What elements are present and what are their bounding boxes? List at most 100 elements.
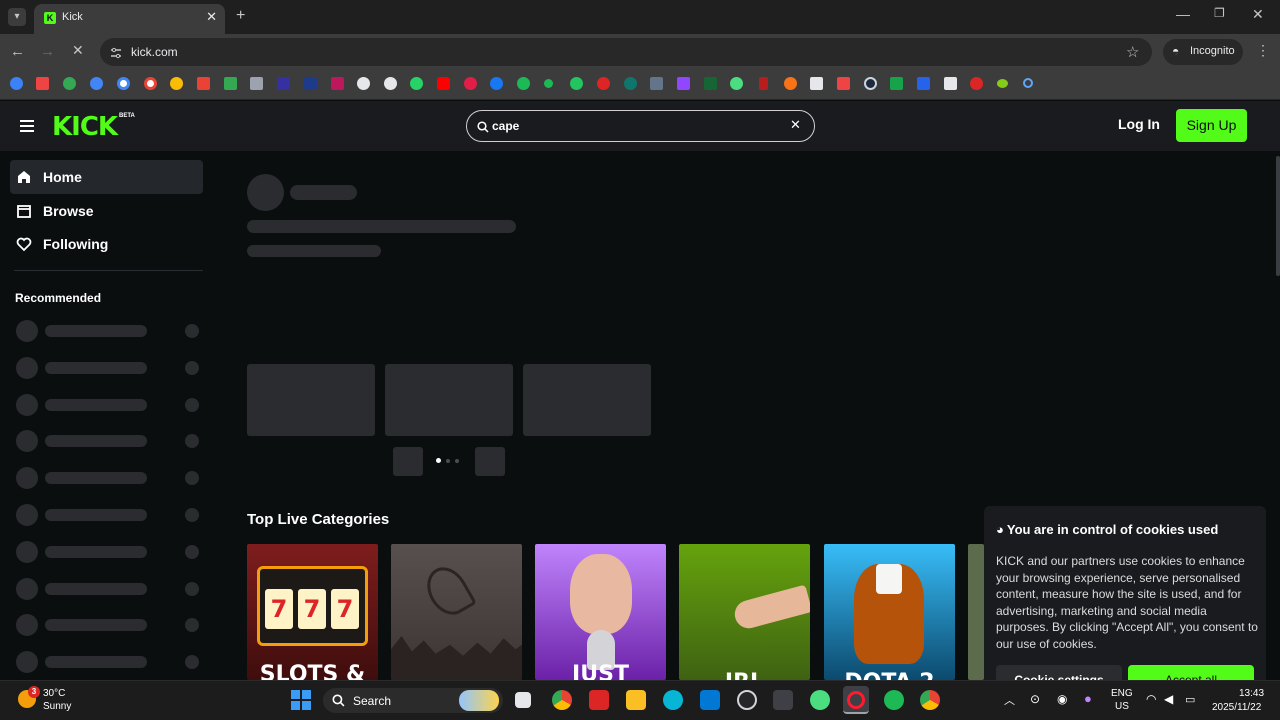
carousel-dot[interactable] [446,459,450,463]
sidebar-item-following[interactable]: Following [10,227,203,261]
bookmark-icon[interactable] [917,77,930,90]
bookmark-icon[interactable] [331,77,344,90]
bookmark-icon[interactable] [650,77,663,90]
site-info-icon[interactable] [110,46,122,59]
bookmark-icon[interactable] [90,77,103,90]
canva-taskbar-icon[interactable] [663,690,683,710]
clock-time[interactable]: 13:43 [1239,688,1264,699]
category-card-irl[interactable]: IRL [679,544,810,680]
bookmark-icon[interactable] [730,77,743,90]
carousel-dot[interactable] [455,459,459,463]
drive-bookmark-icon[interactable] [224,77,237,90]
wifi-tray-icon[interactable]: ◠ [1146,692,1156,706]
outlook-taskbar-icon[interactable] [700,690,720,710]
window-minimize-icon[interactable]: — [1176,6,1190,22]
google-bookmark-icon[interactable] [117,77,130,90]
chrome-taskbar-icon[interactable] [552,690,572,710]
twitch-bookmark-icon[interactable] [677,77,690,90]
category-card-science[interactable] [391,544,522,680]
bookmark-icon[interactable] [544,79,553,88]
bookmark-icon[interactable] [970,77,983,90]
bookmark-icon[interactable] [624,77,637,90]
category-card-dota-2[interactable]: DOTA 2 [824,544,955,680]
bookmark-icon[interactable] [997,79,1008,88]
bookmark-star-icon[interactable]: ☆ [1126,43,1139,61]
window-restore-icon[interactable]: ❐ [1214,6,1225,20]
weather-widget[interactable]: 3 30°C Sunny [16,686,106,716]
accept-all-cookies-button[interactable]: Accept all [1128,665,1254,680]
category-card-just-chatting[interactable]: JUST [535,544,666,680]
tray-app-icon[interactable]: ⊙ [1030,692,1040,706]
kick-bookmark-icon[interactable] [704,77,717,90]
stop-loading-icon[interactable]: ✕ [72,42,84,59]
acrobat-taskbar-icon[interactable] [589,690,609,710]
input-language-bottom[interactable]: US [1115,701,1129,712]
bookmark-icon[interactable] [170,77,183,90]
clear-search-icon[interactable]: ✕ [790,117,801,133]
category-card-partial[interactable] [968,544,984,680]
threads-bookmark-icon[interactable] [384,77,397,90]
address-bar[interactable]: kick.com ☆ [100,38,1152,66]
bookmark-icon[interactable] [464,77,477,90]
youtube-bookmark-icon[interactable] [437,77,450,90]
bookmark-icon[interactable] [837,77,850,90]
cookie-settings-button[interactable]: Cookie settings [996,665,1122,680]
volume-tray-icon[interactable]: ◀ [1164,692,1173,706]
bookmark-icon[interactable] [759,77,768,90]
tray-app-icon[interactable]: ◉ [1057,692,1067,706]
obs-taskbar-icon[interactable] [737,690,757,710]
gmail-bookmark-icon[interactable] [197,77,210,90]
bookmark-icon[interactable] [784,77,797,90]
bookmark-icon[interactable] [304,77,317,90]
incognito-indicator[interactable]: ◓ Incognito [1163,39,1243,65]
search-input[interactable] [492,117,772,135]
login-button[interactable]: Log In [1118,116,1160,132]
bookmark-icon[interactable] [810,77,823,90]
chatgpt-bookmark-icon[interactable] [357,77,370,90]
tab-list-chevron-icon[interactable]: ▾ [8,8,26,26]
window-close-icon[interactable]: ✕ [1252,6,1264,23]
google-bookmark-icon[interactable] [144,77,157,90]
file-explorer-taskbar-icon[interactable] [515,692,531,708]
carousel-prev-button[interactable] [393,447,423,476]
bookmark-icon[interactable] [944,77,957,90]
category-card-slots[interactable]: 7 7 7 SLOTS & [247,544,378,680]
windows-start-icon[interactable] [291,690,311,710]
bookmark-icon[interactable] [250,77,263,90]
bookmark-icon[interactable] [36,77,49,90]
tray-overflow-chevron-icon[interactable]: ︿ [1004,692,1015,708]
carousel-next-button[interactable] [475,447,505,476]
new-tab-plus-icon[interactable]: + [236,7,245,25]
clock-date[interactable]: 2025/11/22 [1212,702,1261,713]
bookmark-icon[interactable] [570,77,583,90]
battery-tray-icon[interactable]: ▭ [1185,693,1195,706]
bookmark-icon[interactable] [890,77,903,90]
browser-menu-icon[interactable]: ⋮ [1256,42,1270,59]
bookmark-icon[interactable] [597,77,610,90]
back-arrow-icon[interactable]: ← [10,43,25,60]
whatsapp-bookmark-icon[interactable] [410,77,423,90]
mw-game-taskbar-icon[interactable] [773,690,793,710]
chrome-incognito-taskbar-icon[interactable] [920,690,940,710]
input-language-top[interactable]: ENG [1111,688,1133,699]
spotify-bookmark-icon[interactable] [517,77,530,90]
forward-arrow-icon[interactable]: → [40,43,55,60]
spotify-taskbar-icon[interactable] [884,690,904,710]
microphone-tray-icon[interactable]: ● [1084,691,1092,706]
search-bar[interactable]: ✕ [466,110,815,142]
bookmark-icon[interactable] [277,77,290,90]
opera-taskbar-icon[interactable] [843,686,869,714]
carousel-dot[interactable] [436,458,441,463]
kick-logo[interactable]: KICK [52,112,118,142]
maps-bookmark-icon[interactable] [63,77,76,90]
facebook-bookmark-icon[interactable] [490,77,503,90]
utorrent-taskbar-icon[interactable] [810,690,830,710]
bookmark-icon[interactable] [10,77,23,90]
page-scrollbar-thumb[interactable] [1276,156,1280,276]
bookmark-search-icon[interactable] [1023,78,1033,88]
taskbar-search-box[interactable]: Search [323,688,503,713]
steam-bookmark-icon[interactable] [864,77,877,90]
signup-button[interactable]: Sign Up [1176,109,1247,142]
browser-tab-kick[interactable]: K Kick ✕ [34,4,225,34]
folder-taskbar-icon[interactable] [626,690,646,710]
